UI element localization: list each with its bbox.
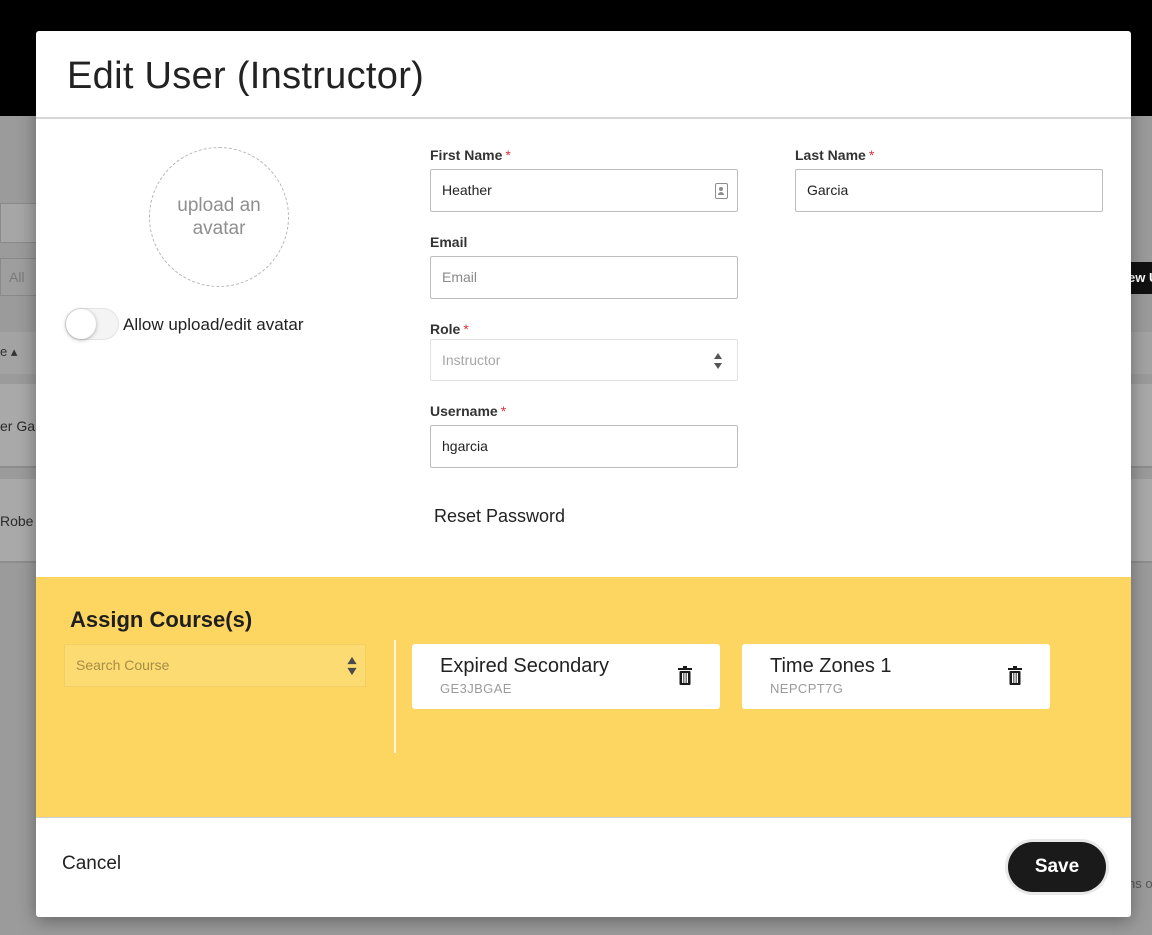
course-code: GE3JBGAE xyxy=(440,681,512,696)
background-footer-text: ns o xyxy=(1128,876,1152,891)
role-label-text: Role xyxy=(430,321,461,337)
required-marker: * xyxy=(500,403,507,419)
select-arrows-icon xyxy=(347,656,357,676)
last-name-label-text: Last Name xyxy=(795,147,866,163)
background-filter: All xyxy=(0,258,40,296)
contact-card-icon xyxy=(715,183,728,199)
avatar-upload-text: upload an avatar xyxy=(177,195,261,239)
role-value: Instructor xyxy=(442,352,501,368)
assign-course-section: Assign Course(s) Search Course Expired S… xyxy=(36,577,1131,817)
required-marker: * xyxy=(868,147,875,163)
avatar-edit-toggle[interactable] xyxy=(65,308,119,340)
username-field[interactable]: hgarcia xyxy=(430,425,738,468)
reset-password-link[interactable]: Reset Password xyxy=(434,506,565,527)
first-name-label: First Name * xyxy=(430,147,511,163)
email-label: Email xyxy=(430,234,467,250)
cancel-button[interactable]: Cancel xyxy=(62,853,121,875)
edit-user-modal: Edit User (Instructor) upload an avatar … xyxy=(36,31,1131,917)
trash-icon[interactable] xyxy=(678,666,692,685)
background-row-text: Robe xyxy=(0,513,34,529)
first-name-value: Heather xyxy=(442,182,492,198)
email-field[interactable]: Email xyxy=(430,256,738,299)
background-filter-label: All xyxy=(9,269,25,285)
email-label-text: Email xyxy=(430,234,468,250)
course-name: Expired Secondary xyxy=(440,655,609,677)
avatar-toggle-label: Allow upload/edit avatar xyxy=(123,315,304,334)
assigned-course-card: Expired Secondary GE3JBGAE xyxy=(412,644,720,709)
first-name-field[interactable]: Heather xyxy=(430,169,738,212)
background-search-input xyxy=(0,203,40,243)
title-divider xyxy=(36,117,1131,119)
username-label: Username * xyxy=(430,403,506,419)
course-search-placeholder: Search Course xyxy=(76,657,170,673)
last-name-label: Last Name * xyxy=(795,147,874,163)
background-new-user-button: ew U xyxy=(1128,262,1152,294)
username-value: hgarcia xyxy=(442,438,488,454)
username-label-text: Username xyxy=(430,403,498,419)
assigned-course-card: Time Zones 1 NEPCPT7G xyxy=(742,644,1050,709)
footer-divider xyxy=(36,817,1131,818)
assign-divider xyxy=(394,640,396,753)
course-name: Time Zones 1 xyxy=(770,655,892,677)
course-search-select[interactable]: Search Course xyxy=(64,644,366,687)
email-placeholder: Email xyxy=(442,269,478,285)
role-select[interactable]: Instructor xyxy=(430,339,738,381)
course-code: NEPCPT7G xyxy=(770,681,844,696)
required-marker: * xyxy=(463,321,469,337)
avatar-upload[interactable]: upload an avatar xyxy=(149,147,289,287)
select-arrows-icon xyxy=(714,353,722,369)
save-button[interactable]: Save xyxy=(1008,842,1106,892)
last-name-value: Garcia xyxy=(807,182,849,198)
background-sort-label: e ▴ xyxy=(0,344,18,359)
role-label: Role * xyxy=(430,321,469,337)
first-name-label-text: First Name xyxy=(430,147,503,163)
last-name-field[interactable]: Garcia xyxy=(795,169,1103,212)
toggle-knob xyxy=(66,309,96,339)
required-marker: * xyxy=(505,147,511,163)
background-row-text: er Gar xyxy=(0,418,40,434)
assign-course-title: Assign Course(s) xyxy=(70,607,253,632)
trash-icon[interactable] xyxy=(1008,666,1022,685)
modal-title: Edit User (Instructor) xyxy=(67,55,425,97)
